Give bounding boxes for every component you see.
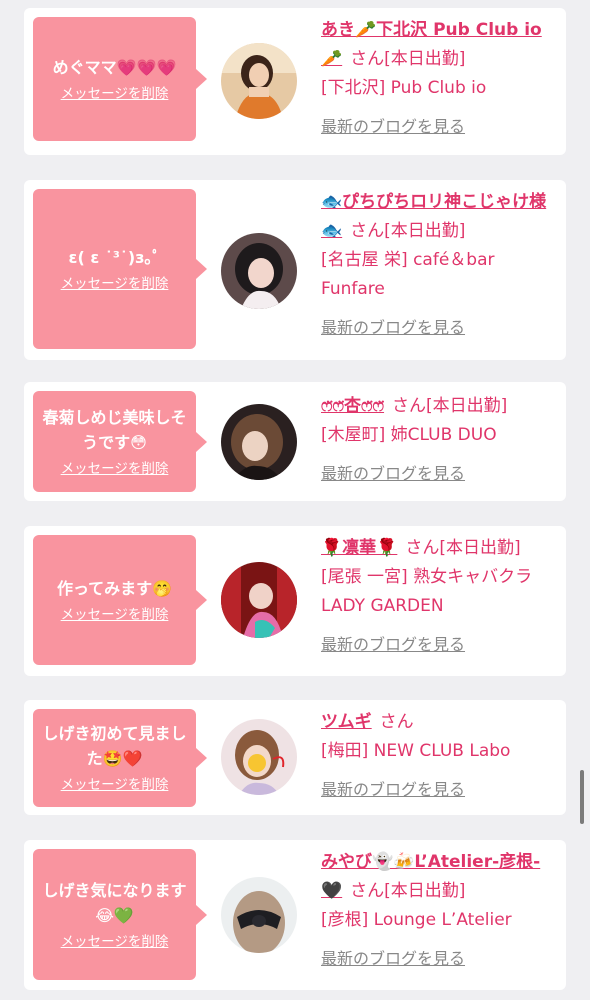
message-bubble: しげき初めて見ました🤩❤️ メッセージを削除: [33, 709, 207, 807]
message-bubble: ε( ε ˙³˙)з｡ﾟ メッセージを削除: [33, 189, 207, 349]
delete-message-link[interactable]: メッセージを削除: [61, 605, 169, 625]
latest-blog-link[interactable]: 最新のブログを見る: [321, 944, 561, 973]
delete-message-link[interactable]: メッセージを削除: [61, 274, 169, 294]
girl-name-link[interactable]: ෆ̈ෆ̈杏ෆ̈ෆ̈: [321, 396, 384, 416]
message-card: 春菊しめじ美味しそうです😳 メッセージを削除 ෆ̈ෆ̈杏ෆ̈ෆ̈ さん[本日出勤]…: [24, 382, 566, 501]
honorific: さん: [350, 49, 385, 69]
girl-info: ツムギ さん [梅田] NEW CLUB Labo 最新のブログを見る: [321, 708, 561, 804]
delete-message-link[interactable]: メッセージを削除: [61, 84, 169, 104]
message-text: しげき初めて見ました🤩❤️: [42, 724, 187, 768]
message-card: ε( ε ˙³˙)з｡ﾟ メッセージを削除 🐟ぴちぴちロリ神こじゃけ様🐟 さん[本…: [24, 180, 566, 360]
delete-message-link[interactable]: メッセージを削除: [61, 459, 169, 479]
avatar[interactable]: [221, 404, 297, 480]
message-card: めぐママ💗💗💗 メッセージを削除 あき🥕下北沢 Pub Club io🥕 さん[本…: [24, 8, 566, 155]
message-card: 作ってみます🤭 メッセージを削除 🌹凛華🌹 さん[本日出勤] [尾張 一宮] 熟女…: [24, 526, 566, 676]
message-bubble: めぐママ💗💗💗 メッセージを削除: [33, 17, 207, 141]
avatar[interactable]: [221, 43, 297, 119]
message-bubble: しげき気になります😂💚 メッセージを削除: [33, 849, 207, 980]
shop-text: [彦根] Lounge L’Atelier: [321, 910, 512, 930]
honorific: さん: [405, 538, 440, 558]
status-text: [本日出勤]: [426, 396, 508, 416]
message-list: めぐママ💗💗💗 メッセージを削除 あき🥕下北沢 Pub Club io🥕 さん[本…: [0, 0, 590, 1000]
message-text: 春菊しめじ美味しそうです😳: [42, 407, 187, 452]
honorific: さん: [350, 221, 385, 241]
latest-blog-link[interactable]: 最新のブログを見る: [321, 313, 561, 342]
girl-name-link[interactable]: 🌹凛華🌹: [321, 538, 397, 558]
avatar[interactable]: [221, 877, 297, 953]
shop-text: [尾張 一宮] 熟女キャバクラ LADY GARDEN: [321, 567, 533, 616]
girl-info: みやび👻🍻L’Atelier-彦根-🖤 さん[本日出勤] [彦根] Lounge …: [321, 848, 561, 973]
status-text: [本日出勤]: [384, 221, 466, 241]
message-text: めぐママ💗💗💗: [52, 57, 177, 77]
message-text: 作ってみます🤭: [56, 578, 173, 598]
girl-info: 🐟ぴちぴちロリ神こじゃけ様🐟 さん[本日出勤] [名古屋 栄] café＆bar …: [321, 188, 561, 342]
honorific: さん: [392, 396, 427, 416]
message-card: しげき初めて見ました🤩❤️ メッセージを削除 ツムギ さん [梅田] NEW CL…: [24, 700, 566, 815]
honorific: さん: [379, 712, 414, 732]
latest-blog-link[interactable]: 最新のブログを見る: [321, 630, 561, 659]
scrollbar[interactable]: [580, 770, 584, 824]
status-text: [本日出勤]: [384, 881, 466, 901]
latest-blog-link[interactable]: 最新のブログを見る: [321, 459, 561, 488]
latest-blog-link[interactable]: 最新のブログを見る: [321, 775, 561, 804]
status-text: [本日出勤]: [439, 538, 521, 558]
girl-info: 🌹凛華🌹 さん[本日出勤] [尾張 一宮] 熟女キャバクラ LADY GARDEN…: [321, 534, 561, 659]
status-text: [本日出勤]: [384, 49, 466, 69]
message-bubble: 春菊しめじ美味しそうです😳 メッセージを削除: [33, 391, 207, 492]
avatar[interactable]: [221, 719, 297, 795]
message-text: ε( ε ˙³˙)з｡ﾟ: [68, 247, 161, 267]
girl-info: あき🥕下北沢 Pub Club io🥕 さん[本日出勤] [下北沢] Pub Cl…: [321, 16, 561, 141]
latest-blog-link[interactable]: 最新のブログを見る: [321, 112, 561, 141]
avatar[interactable]: [221, 233, 297, 309]
honorific: さん: [350, 881, 385, 901]
delete-message-link[interactable]: メッセージを削除: [61, 775, 169, 795]
delete-message-link[interactable]: メッセージを削除: [61, 932, 169, 952]
avatar[interactable]: [221, 562, 297, 638]
message-card: しげき気になります😂💚 メッセージを削除 みやび👻🍻L’Atelier-彦根-🖤…: [24, 840, 566, 990]
shop-text: [下北沢] Pub Club io: [321, 78, 487, 98]
shop-text: [名古屋 栄] café＆bar Funfare: [321, 250, 495, 299]
message-bubble: 作ってみます🤭 メッセージを削除: [33, 535, 207, 665]
girl-info: ෆ̈ෆ̈杏ෆ̈ෆ̈ さん[本日出勤] [木屋町] 姉CLUB DUO 最新のブログ…: [321, 392, 561, 488]
message-text: しげき気になります😂💚: [42, 880, 187, 925]
girl-name-link[interactable]: ツムギ: [321, 712, 372, 732]
shop-text: [木屋町] 姉CLUB DUO: [321, 425, 497, 445]
shop-text: [梅田] NEW CLUB Labo: [321, 741, 511, 761]
